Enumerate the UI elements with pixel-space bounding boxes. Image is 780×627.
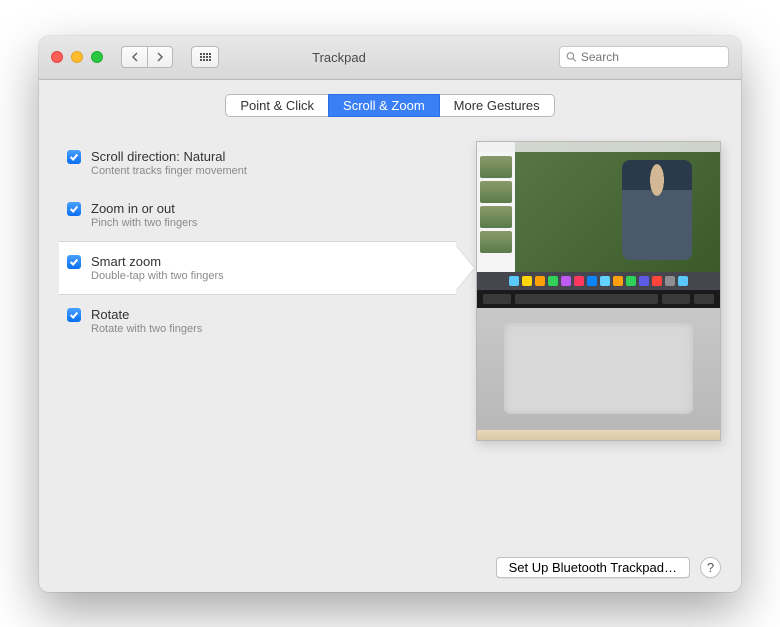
touchbar-segment [483, 294, 511, 304]
dock-icon [613, 276, 623, 286]
zoom-button[interactable] [91, 51, 103, 63]
option-row[interactable]: Smart zoom Double-tap with two fingers [59, 241, 456, 295]
touchbar-segment [662, 294, 690, 304]
dock-icon [587, 276, 597, 286]
option-desc: Rotate with two fingers [91, 323, 202, 335]
preview-dock [477, 272, 720, 290]
checkmark-icon [69, 310, 79, 320]
option-label: Zoom in or out [91, 201, 197, 216]
tab-scroll-zoom[interactable]: Scroll & Zoom [328, 94, 440, 117]
dock-icon [678, 276, 688, 286]
search-input[interactable] [581, 50, 722, 64]
preview-thumb [480, 181, 512, 203]
preview-trackpad-body [477, 308, 720, 430]
dock-icon [626, 276, 636, 286]
help-button[interactable]: ? [700, 557, 721, 578]
preferences-window: Trackpad Point & ClickScroll & ZoomMore … [39, 36, 741, 592]
touchbar-segment [515, 294, 658, 304]
preview-touchbar [477, 290, 720, 308]
content-area: Scroll direction: Natural Content tracks… [39, 127, 741, 543]
dock-icon [522, 276, 532, 286]
search-icon [566, 51, 577, 63]
gesture-preview [476, 141, 721, 441]
dock-icon [548, 276, 558, 286]
dock-icon [535, 276, 545, 286]
option-desc: Content tracks finger movement [91, 165, 247, 177]
preview-screen [477, 142, 720, 272]
dock-icon [639, 276, 649, 286]
checkmark-icon [69, 257, 79, 267]
footer: Set Up Bluetooth Trackpad… ? [39, 543, 741, 592]
option-text: Zoom in or out Pinch with two fingers [91, 201, 197, 229]
dock-icon [509, 276, 519, 286]
preview-thumb [480, 231, 512, 253]
window-controls [51, 51, 103, 63]
option-row[interactable]: Zoom in or out Pinch with two fingers [59, 189, 456, 241]
option-text: Smart zoom Double-tap with two fingers [91, 254, 224, 282]
preview-thumb [480, 206, 512, 228]
preview-desk [477, 430, 720, 440]
option-label: Smart zoom [91, 254, 224, 269]
window-title: Trackpad [129, 50, 549, 65]
preview-trackpad-surface [504, 323, 694, 415]
dock-icon [561, 276, 571, 286]
dock-icon [600, 276, 610, 286]
tab-bar: Point & ClickScroll & ZoomMore Gestures [39, 80, 741, 127]
bluetooth-trackpad-button[interactable]: Set Up Bluetooth Trackpad… [496, 557, 690, 578]
option-row[interactable]: Scroll direction: Natural Content tracks… [59, 137, 456, 189]
preview-sidebar [477, 142, 515, 272]
option-row[interactable]: Rotate Rotate with two fingers [59, 295, 456, 347]
close-button[interactable] [51, 51, 63, 63]
option-label: Scroll direction: Natural [91, 149, 247, 164]
option-desc: Double-tap with two fingers [91, 270, 224, 282]
checkmark-icon [69, 152, 79, 162]
option-desc: Pinch with two fingers [91, 217, 197, 229]
preview-thumb [480, 156, 512, 178]
preview-main [515, 142, 720, 272]
dock-icon [652, 276, 662, 286]
checkmark-icon [69, 204, 79, 214]
options-list: Scroll direction: Natural Content tracks… [59, 137, 456, 543]
option-text: Rotate Rotate with two fingers [91, 307, 202, 335]
dock-icon [574, 276, 584, 286]
search-field[interactable] [559, 46, 729, 68]
checkbox[interactable] [67, 202, 81, 216]
option-text: Scroll direction: Natural Content tracks… [91, 149, 247, 177]
checkbox[interactable] [67, 255, 81, 269]
titlebar: Trackpad [39, 36, 741, 80]
checkbox[interactable] [67, 150, 81, 164]
preview-photo [622, 160, 692, 260]
option-label: Rotate [91, 307, 202, 322]
tab-more-gestures[interactable]: More Gestures [440, 94, 555, 117]
tab-point-click[interactable]: Point & Click [225, 94, 328, 117]
dock-icon [665, 276, 675, 286]
minimize-button[interactable] [71, 51, 83, 63]
checkbox[interactable] [67, 308, 81, 322]
touchbar-segment [694, 294, 714, 304]
